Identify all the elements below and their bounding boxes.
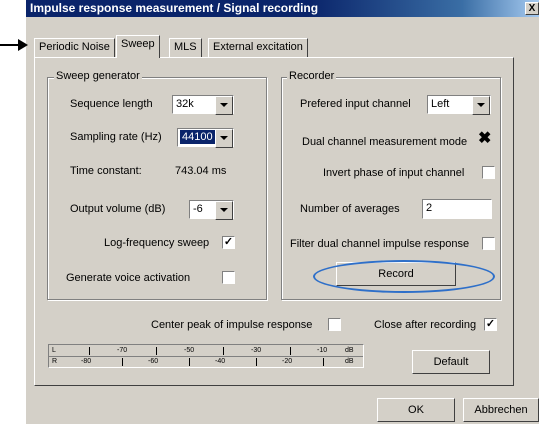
window-title: Impulse response measurement / Signal re… bbox=[30, 1, 319, 15]
voice-activation-checkbox[interactable] bbox=[222, 271, 235, 284]
time-constant-label: Time constant: bbox=[70, 165, 142, 177]
output-volume-label: Output volume (dB) bbox=[70, 203, 166, 215]
meter-scale: -80 bbox=[81, 358, 92, 365]
filter-dual-label: Filter dual channel impulse response bbox=[290, 238, 470, 250]
meter-tick bbox=[323, 358, 324, 366]
meter-tick bbox=[89, 347, 90, 355]
averages-label: Number of averages bbox=[300, 203, 400, 215]
input-channel-select[interactable]: Left bbox=[427, 95, 491, 115]
meter-tick bbox=[156, 347, 157, 355]
close-after-checkbox[interactable]: ✓ bbox=[484, 318, 497, 331]
meter-scale: -40 bbox=[215, 358, 226, 365]
time-constant-value: 743.04 ms bbox=[175, 165, 227, 177]
chevron-down-icon[interactable] bbox=[215, 96, 233, 115]
meter-row-right: R -80 -60 -40 -20 dB bbox=[51, 357, 361, 368]
default-button[interactable]: Default bbox=[412, 350, 490, 374]
sampling-rate-label: Sampling rate (Hz) bbox=[70, 131, 162, 143]
meter-scale: -30 bbox=[251, 347, 262, 354]
sampling-rate-select[interactable]: 44100 bbox=[177, 128, 234, 148]
arrow-right-icon bbox=[0, 44, 18, 46]
meter-channel-r: R bbox=[52, 358, 58, 365]
dual-channel-checkbox[interactable]: ✖ bbox=[478, 131, 491, 147]
recorder-title: Recorder bbox=[287, 70, 337, 82]
ok-button[interactable]: OK bbox=[377, 398, 455, 422]
meter-tick bbox=[256, 358, 257, 366]
sequence-length-value: 32k bbox=[176, 98, 194, 110]
ok-button-label: OK bbox=[408, 404, 424, 416]
checkmark-icon: ✓ bbox=[223, 236, 234, 248]
sequence-length-select[interactable]: 32k bbox=[172, 95, 234, 115]
tab-mls[interactable]: MLS bbox=[169, 38, 202, 57]
meter-scale: -20 bbox=[282, 358, 293, 365]
invert-phase-checkbox[interactable] bbox=[482, 166, 495, 179]
meter-tick bbox=[290, 347, 291, 355]
input-channel-label: Prefered input channel bbox=[300, 98, 411, 110]
chevron-down-icon[interactable] bbox=[215, 201, 233, 220]
output-volume-select[interactable]: -6 bbox=[189, 200, 234, 220]
desktop-margin bbox=[0, 0, 26, 424]
tab-sweep[interactable]: Sweep bbox=[116, 35, 160, 58]
sampling-rate-value: 44100 bbox=[180, 130, 215, 144]
sequence-length-label: Sequence length bbox=[70, 98, 153, 110]
filter-dual-checkbox[interactable] bbox=[482, 237, 495, 250]
tab-periodic-noise[interactable]: Periodic Noise bbox=[34, 38, 115, 57]
tab-external-excitation[interactable]: External excitation bbox=[208, 38, 308, 57]
log-frequency-sweep-label: Log-frequency sweep bbox=[104, 237, 210, 249]
chevron-down-icon[interactable] bbox=[472, 96, 490, 115]
meter-tick bbox=[223, 347, 224, 355]
meter-channel-l: L bbox=[52, 347, 56, 354]
chevron-down-icon[interactable] bbox=[215, 129, 233, 148]
close-button[interactable]: X bbox=[525, 2, 539, 15]
output-volume-value: -6 bbox=[193, 203, 203, 215]
dual-channel-label: Dual channel measurement mode bbox=[302, 136, 468, 148]
meter-scale: -70 bbox=[117, 347, 128, 354]
cancel-button[interactable]: Abbrechen bbox=[463, 398, 539, 422]
meter-tick bbox=[122, 358, 123, 366]
highlight-ellipse bbox=[313, 260, 495, 293]
meter-unit: dB bbox=[345, 347, 354, 354]
center-peak-checkbox[interactable] bbox=[328, 318, 341, 331]
sweep-generator-title: Sweep generator bbox=[54, 70, 142, 82]
close-after-label: Close after recording bbox=[374, 319, 477, 331]
meter-scale: -50 bbox=[184, 347, 195, 354]
meter-unit: dB bbox=[345, 358, 354, 365]
default-button-label: Default bbox=[433, 356, 469, 368]
meter-divider bbox=[49, 356, 363, 357]
checkmark-icon: ✓ bbox=[485, 318, 496, 330]
center-peak-label: Center peak of impulse response bbox=[151, 319, 313, 331]
arrow-right-icon-head bbox=[18, 39, 28, 51]
meter-scale: -10 bbox=[317, 347, 328, 354]
input-channel-value: Left bbox=[431, 98, 450, 110]
voice-activation-label: Generate voice activation bbox=[66, 272, 191, 284]
sweep-generator-group bbox=[47, 77, 267, 300]
averages-input[interactable]: 2 bbox=[422, 199, 492, 219]
cancel-button-label: Abbrechen bbox=[474, 404, 528, 416]
meter-scale: -60 bbox=[148, 358, 159, 365]
log-frequency-sweep-checkbox[interactable]: ✓ bbox=[222, 236, 235, 249]
invert-phase-label: Invert phase of input channel bbox=[323, 167, 465, 179]
cross-check-icon: ✖ bbox=[478, 130, 492, 147]
meter-tick bbox=[189, 358, 190, 366]
